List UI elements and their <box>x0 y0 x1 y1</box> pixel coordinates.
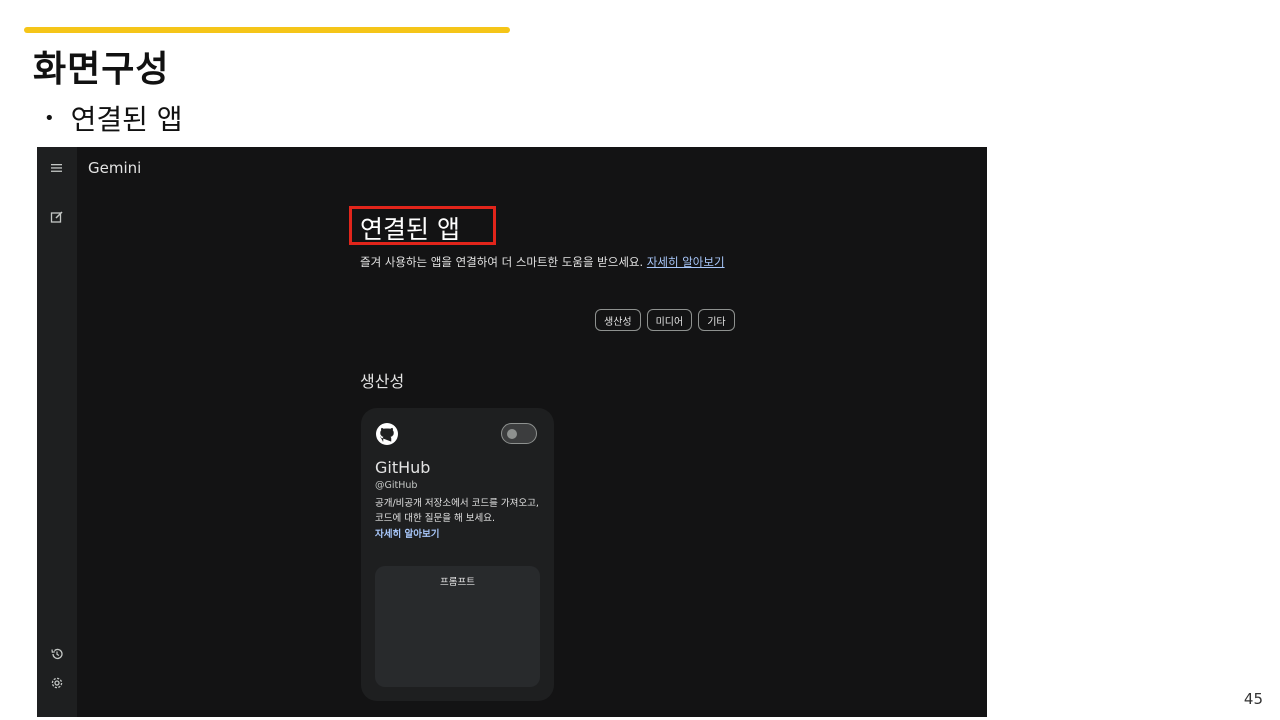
page-heading: 연결된 앱 <box>360 215 460 244</box>
bullet-text: 연결된 앱 <box>70 103 183 136</box>
menu-icon[interactable] <box>44 155 70 181</box>
card-learn-more-link[interactable]: 자세히 알아보기 <box>375 526 440 540</box>
chip-other[interactable]: 기타 <box>698 309 735 331</box>
history-icon[interactable] <box>44 641 70 667</box>
app-title: Gemini <box>88 159 142 177</box>
chip-media[interactable]: 미디어 <box>646 309 693 331</box>
github-icon <box>376 423 398 445</box>
learn-more-link[interactable]: 자세히 알아보기 <box>647 255 725 269</box>
github-app-card: GitHub @GitHub 공개/비공개 저장소에서 코드를 가져오고, 코드… <box>361 408 554 701</box>
chip-productivity[interactable]: 생산성 <box>595 309 641 331</box>
slide-title: 화면구성 <box>33 49 170 90</box>
section-heading-productivity: 생산성 <box>360 372 405 391</box>
page-number: 45 <box>1243 690 1263 708</box>
github-toggle[interactable] <box>501 423 537 444</box>
settings-icon[interactable] <box>44 670 70 696</box>
page-description: 즐겨 사용하는 앱을 연결하여 더 스마트한 도움을 받으세요. 자세히 알아보… <box>360 254 725 270</box>
card-description: 공개/비공개 저장소에서 코드를 가져오고, 코드에 대한 질문을 해 보세요. <box>375 498 539 524</box>
description-text: 즐겨 사용하는 앱을 연결하여 더 스마트한 도움을 받으세요. <box>360 255 644 269</box>
bullet-dot-icon: • <box>44 107 55 129</box>
bullet-item: • 연결된 앱 <box>44 98 183 138</box>
sidebar-rail <box>37 147 77 717</box>
title-accent-bar <box>24 27 510 33</box>
prompt-label: 프롬프트 <box>440 577 475 588</box>
gemini-screenshot: Gemini 연결된 앱 즐겨 사용하는 앱을 연결하여 더 스마트한 도움을 … <box>37 147 987 717</box>
toggle-knob <box>507 429 517 439</box>
category-chips: 생산성 미디어 기타 <box>595 309 735 331</box>
card-title: GitHub <box>375 458 431 477</box>
card-handle: @GitHub <box>375 480 418 491</box>
new-chat-icon[interactable] <box>44 204 70 230</box>
prompt-panel[interactable]: 프롬프트 <box>375 566 540 687</box>
